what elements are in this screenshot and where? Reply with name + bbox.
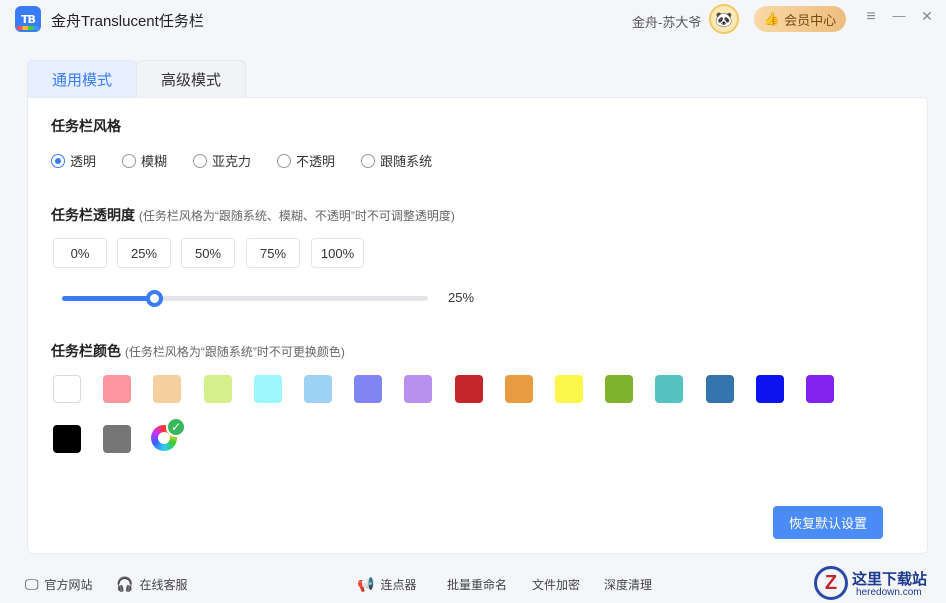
taskbar-style-radio-group: 透明 模糊 亚克力 不透明 跟随系统 (51, 151, 458, 170)
radio-circle-icon (122, 153, 137, 168)
taskbar-opacity-note: (任务栏风格为“跟随系统、模糊、不透明”时不可调整透明度) (138, 209, 455, 223)
watermark-title: 这里下载站 (852, 570, 928, 588)
close-icon[interactable]: ✕ (918, 8, 936, 28)
color-swatch-5[interactable] (304, 375, 332, 403)
footer-file-encrypt-label: 文件加密 (532, 578, 581, 592)
vip-center-button[interactable]: 👍 会员中心 (754, 6, 846, 32)
style-radio-label: 透明 (70, 154, 97, 169)
radio-circle-icon (277, 153, 292, 168)
opacity-preset-0[interactable]: 0% (53, 238, 107, 268)
color-swatch-12[interactable] (655, 375, 684, 403)
style-radio-1[interactable]: 模糊 (122, 151, 167, 170)
style-radio-label: 跟随系统 (380, 154, 433, 169)
menu-icon[interactable]: ≡ (862, 8, 880, 28)
title-bar: TB 金舟Translucent任务栏 金舟-苏大爷 🐼 👍 会员中心 ≡ — … (0, 0, 946, 40)
settings-panel: 任务栏风格 透明 模糊 亚克力 不透明 跟随系统 任务栏透明度 (任务栏风格为“跟随系统… (27, 97, 928, 554)
color-swatch-10[interactable] (555, 375, 583, 403)
footer-auto-clicker[interactable]: 📢 连点器 (357, 576, 416, 593)
color-swatch-13[interactable] (705, 375, 734, 403)
radio-circle-icon (51, 153, 65, 168)
panda-avatar-icon: 🐼 (715, 10, 733, 27)
color-swatch-9[interactable] (504, 375, 533, 403)
tab-advanced-mode[interactable]: 高级模式 (136, 60, 246, 98)
thumb-up-icon: 👍 (763, 11, 781, 26)
tab-general-mode[interactable]: 通用模式 (27, 60, 137, 98)
monitor-icon: 🖵 (25, 576, 39, 592)
footer-online-service[interactable]: 🎧 在线客服 (116, 576, 187, 593)
footer-auto-clicker-label: 连点器 (380, 578, 417, 592)
color-swatch-11[interactable] (605, 375, 634, 403)
footer-official-site-label: 官方网站 (44, 578, 93, 592)
opacity-slider-thumb[interactable] (145, 290, 163, 307)
radio-circle-icon (361, 153, 376, 168)
taskbar-style-title: 任务栏风格 (51, 118, 121, 134)
style-radio-label: 模糊 (141, 154, 168, 169)
taskbar-opacity-title: 任务栏透明度 (任务栏风格为“跟随系统、模糊、不透明”时不可调整透明度) (51, 205, 455, 225)
footer-batch-rename[interactable]: 批量重命名 (447, 576, 507, 593)
opacity-preset-75[interactable]: 75% (246, 238, 300, 268)
footer-batch-rename-label: 批量重命名 (447, 578, 508, 592)
footer-deep-clean-label: 深度清理 (604, 578, 653, 592)
radio-circle-icon (193, 153, 208, 168)
opacity-value: 25% (448, 290, 475, 305)
taskbar-color-title: 任务栏颜色 (任务栏风格为“跟随系统”时不可更换颜色) (51, 341, 345, 361)
opacity-slider[interactable] (62, 290, 428, 307)
color-swatch-17[interactable] (103, 425, 132, 453)
taskbar-opacity-title-text: 任务栏透明度 (51, 207, 135, 223)
headset-icon: 🎧 (116, 576, 134, 592)
opacity-preset-100[interactable]: 100% (311, 238, 364, 268)
opacity-preset-50[interactable]: 50% (181, 238, 235, 268)
style-radio-label: 不透明 (296, 154, 336, 169)
watermark-logo-icon: Z (814, 566, 848, 600)
color-swatch-8[interactable] (454, 375, 483, 403)
user-name[interactable]: 金舟-苏大爷 (632, 12, 701, 31)
color-swatch-14[interactable] (755, 375, 784, 403)
footer-official-site[interactable]: 🖵 官方网站 (25, 576, 93, 593)
color-swatch-16[interactable] (53, 425, 81, 453)
reset-defaults-button[interactable]: 恢复默认设置 (773, 506, 883, 539)
style-radio-label: 亚克力 (212, 154, 252, 169)
style-radio-0[interactable]: 透明 (51, 151, 96, 170)
color-swatch-6[interactable] (354, 375, 383, 403)
avatar[interactable]: 🐼 (709, 4, 739, 34)
style-radio-3[interactable]: 不透明 (277, 151, 335, 170)
style-radio-2[interactable]: 亚克力 (193, 151, 251, 170)
color-swatch-4[interactable] (253, 375, 282, 403)
watermark-subtitle: heredown.com (856, 587, 922, 598)
color-swatch-7[interactable] (404, 375, 433, 403)
style-radio-4[interactable]: 跟随系统 (361, 151, 432, 170)
opacity-slider-fill (62, 296, 154, 301)
app-logo-icon: TB (15, 6, 41, 32)
footer-file-encrypt[interactable]: 文件加密 (532, 576, 580, 593)
footer-online-service-label: 在线客服 (139, 578, 188, 592)
color-swatch-0[interactable] (53, 375, 81, 403)
color-swatch-2[interactable] (153, 375, 182, 403)
megaphone-icon: 📢 (357, 576, 375, 592)
site-watermark: Z 这里下载站 heredown.com (814, 566, 944, 600)
color-swatch-1[interactable] (103, 375, 132, 403)
footer-deep-clean[interactable]: 深度清理 (604, 576, 652, 593)
taskbar-color-title-text: 任务栏颜色 (51, 343, 121, 359)
app-title: 金舟Translucent任务栏 (51, 13, 204, 30)
selected-check-icon: ✓ (166, 417, 186, 437)
opacity-preset-25[interactable]: 25% (117, 238, 171, 268)
color-swatch-15[interactable] (806, 375, 834, 403)
taskbar-color-note: (任务栏风格为“跟随系统”时不可更换颜色) (124, 345, 345, 359)
vip-center-label: 会员中心 (784, 12, 837, 28)
color-swatch-3[interactable] (203, 375, 232, 403)
minimize-icon[interactable]: — (890, 8, 908, 28)
